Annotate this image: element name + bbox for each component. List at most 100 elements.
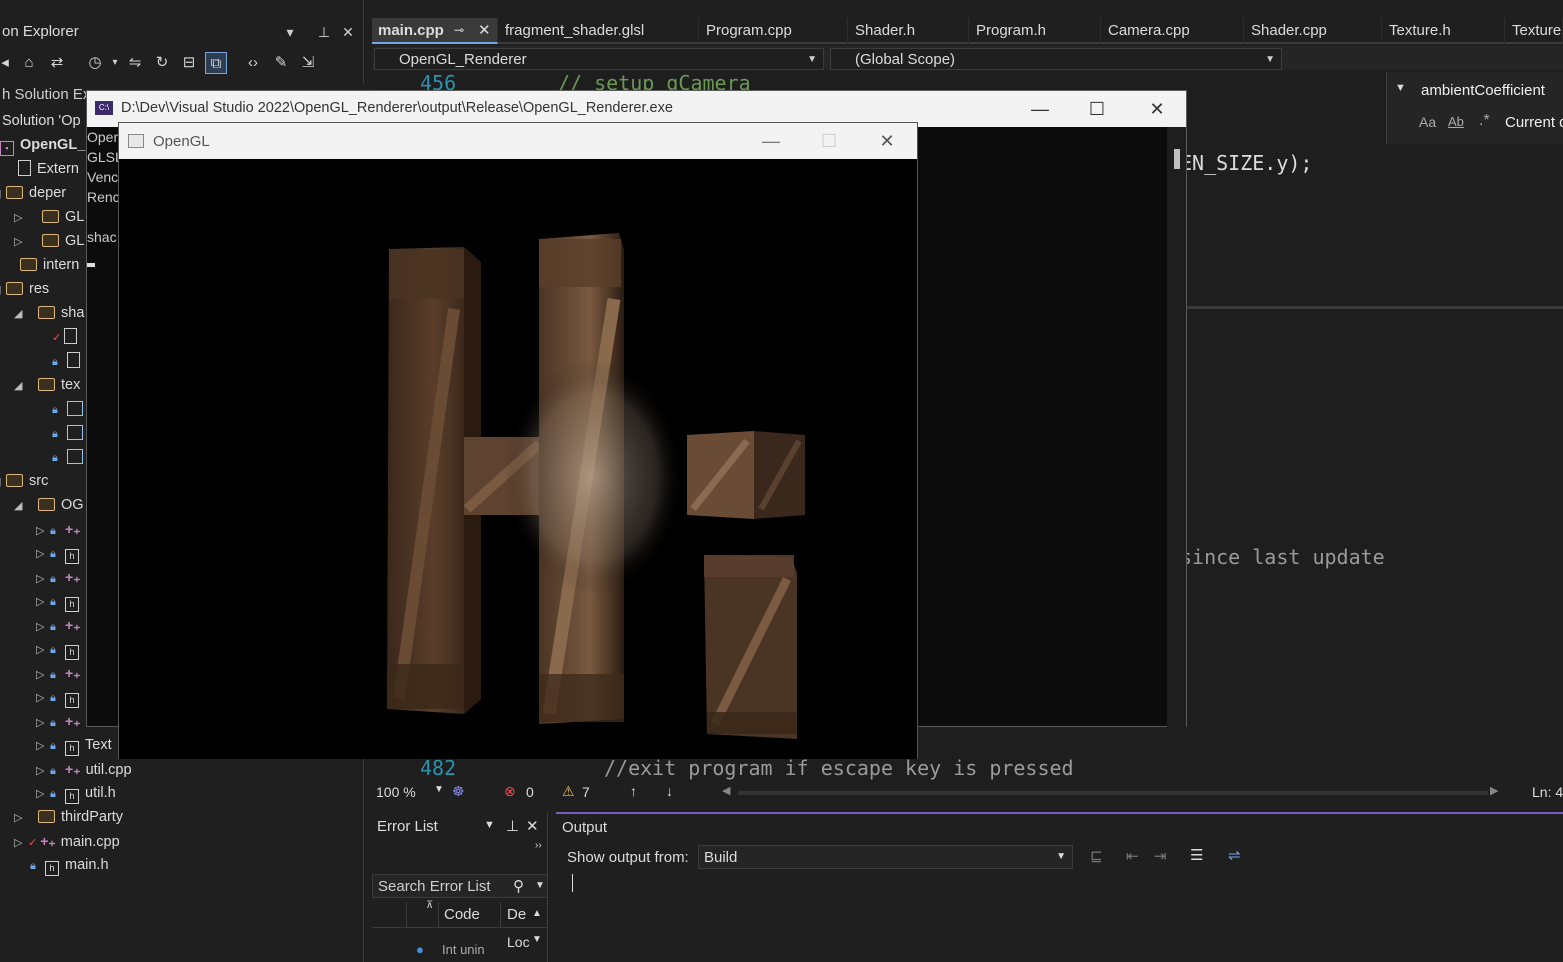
filter-icon[interactable]: ⊼ xyxy=(426,900,433,911)
close-icon[interactable]: ✕ xyxy=(526,817,539,835)
chevron-down-icon[interactable]: ▼ xyxy=(484,819,495,831)
tree-item[interactable]: ◢ sha xyxy=(14,301,84,325)
overflow-icon[interactable]: ›› xyxy=(535,840,542,851)
tree-item[interactable]: ◢ OG xyxy=(14,493,84,517)
error-count[interactable]: 0 xyxy=(526,784,534,800)
match-case-icon[interactable]: Aa xyxy=(1419,114,1436,130)
scope-dropdown[interactable]: (Global Scope) ▼ xyxy=(830,48,1282,70)
tree-item[interactable]: 🔒︎ h main.h xyxy=(30,853,109,877)
column-location[interactable]: Loc xyxy=(507,934,530,950)
tab-program-cpp[interactable]: Program.cpp xyxy=(700,18,848,44)
minimize-icon[interactable]: — xyxy=(1020,95,1060,123)
pin-icon[interactable]: ⊥ xyxy=(314,22,334,42)
chevron-down-icon[interactable]: ▾ xyxy=(104,52,126,74)
horizontal-scrollbar[interactable] xyxy=(738,791,1488,795)
whole-word-icon[interactable]: Ab xyxy=(1448,114,1464,129)
pending-changes-icon[interactable]: ◷ xyxy=(84,52,106,74)
tree-item[interactable]: ▷ 🔒︎ +₊ xyxy=(36,565,86,589)
maximize-icon[interactable]: ☐ xyxy=(1077,95,1117,123)
tab-texture-h[interactable]: Texture.h xyxy=(1383,18,1505,44)
chevron-down-icon[interactable]: ▼ xyxy=(1395,82,1406,94)
find-message-icon[interactable]: ⊑ xyxy=(1090,847,1103,865)
show-all-files-icon[interactable]: ⧉ xyxy=(205,52,227,74)
tree-item[interactable]: 🔒︎ xyxy=(52,445,89,469)
column-code[interactable]: Code xyxy=(444,906,480,923)
tree-item[interactable]: ▷ 🔒︎ +₊ xyxy=(36,709,86,733)
tab-main-cpp[interactable]: main.cpp ⊸ ✕ xyxy=(372,18,498,44)
tree-item[interactable]: 🔒︎ xyxy=(52,349,86,373)
warning-count[interactable]: 7 xyxy=(582,784,590,800)
regex-icon[interactable]: .* xyxy=(1479,112,1490,130)
chevron-down-icon[interactable]: ▼ xyxy=(434,784,444,795)
find-input[interactable]: ambientCoefficient xyxy=(1421,82,1545,99)
tab-camera-cpp[interactable]: Camera.cpp xyxy=(1102,18,1244,44)
tree-item[interactable]: ▷ 🔒︎ +₊ xyxy=(36,517,86,541)
collapse-all-icon[interactable]: ⊟ xyxy=(178,52,200,74)
preview-icon[interactable]: ⇲ xyxy=(297,52,319,74)
close-icon[interactable]: ✕ xyxy=(338,22,358,42)
back-icon[interactable]: ◂ xyxy=(0,52,16,74)
tab-program-h[interactable]: Program.h xyxy=(970,18,1101,44)
tree-item[interactable]: Extern xyxy=(4,157,79,181)
tree-item[interactable]: 🔒︎ xyxy=(52,421,89,445)
scroll-up-icon[interactable]: ▲ xyxy=(532,908,542,919)
zoom-level[interactable]: 100 % xyxy=(376,784,416,800)
scroll-right-icon[interactable]: ▶ xyxy=(1490,784,1498,797)
arrow-up-icon[interactable]: ↑ xyxy=(630,783,637,799)
tab-shader-h[interactable]: Shader.h xyxy=(849,18,969,44)
project-dropdown[interactable]: OpenGL_Renderer ▼ xyxy=(374,48,824,70)
switch-view-icon[interactable]: ⇄ xyxy=(46,52,68,74)
close-icon[interactable]: ✕ xyxy=(867,127,907,155)
word-wrap-icon[interactable]: ⇌ xyxy=(1228,846,1241,864)
scroll-down-icon[interactable]: ▼ xyxy=(532,934,542,945)
tree-item[interactable]: ▷ ✓ +₊ main.cpp xyxy=(14,829,120,853)
error-row[interactable]: Int unin xyxy=(442,942,485,957)
tree-item[interactable]: ▷ 🔒︎ h xyxy=(36,541,85,565)
tree-item[interactable]: ▷ 🔒︎ h xyxy=(36,589,85,613)
opengl-title-bar[interactable]: OpenGL — ☐ ✕ xyxy=(119,123,917,159)
home-icon[interactable]: ⌂ xyxy=(18,52,40,74)
tree-item[interactable]: ▷ 🔒︎ h util.h xyxy=(36,781,116,805)
tree-item[interactable]: ▷ 🔒︎ +₊ xyxy=(36,661,86,685)
tree-item[interactable]: ▷ 🔒︎ +₊ util.cpp xyxy=(36,757,132,781)
output-source-select[interactable]: Build ▼ xyxy=(698,845,1073,869)
tree-item[interactable]: ◢res xyxy=(0,277,49,301)
properties-wrench-icon[interactable]: ✎ xyxy=(270,52,292,74)
pin-icon[interactable]: ⊸ xyxy=(454,18,464,43)
arrow-down-icon[interactable]: ↓ xyxy=(666,783,673,799)
code-view-icon[interactable]: ‹› xyxy=(242,52,264,74)
solution-node[interactable]: Solution 'Op xyxy=(2,109,81,133)
minimize-icon[interactable]: — xyxy=(751,127,791,155)
tree-item[interactable]: ▷ GL xyxy=(14,205,84,229)
tab-fragment-shader[interactable]: fragment_shader.glsl xyxy=(499,18,699,44)
close-icon[interactable]: ✕ xyxy=(478,18,491,43)
pin-icon[interactable]: ⊥ xyxy=(506,817,519,835)
project-node[interactable]: ▪ OpenGL_ xyxy=(0,133,85,157)
error-search-input[interactable]: Search Error List ⚲ ▼ xyxy=(372,874,548,898)
scroll-left-icon[interactable]: ◀ xyxy=(722,784,730,797)
next-message-icon[interactable]: ⇥ xyxy=(1154,847,1167,865)
tab-texture-cpp[interactable]: Texture. xyxy=(1506,18,1563,44)
clear-all-icon[interactable]: ☰ xyxy=(1190,846,1203,864)
tab-shader-cpp[interactable]: Shader.cpp xyxy=(1245,18,1382,44)
tree-item[interactable]: ▷ GL xyxy=(14,229,84,253)
tree-item[interactable]: ▷ 🔒︎ h xyxy=(36,685,85,709)
previous-message-icon[interactable]: ⇤ xyxy=(1126,847,1139,865)
tree-item[interactable]: ▷ 🔒︎ h xyxy=(36,637,85,661)
tree-item[interactable]: ▷ thirdParty xyxy=(14,805,123,829)
refresh-icon[interactable]: ↻ xyxy=(151,52,173,74)
find-scope[interactable]: Current d xyxy=(1505,114,1563,131)
tree-item[interactable]: intern xyxy=(6,253,79,277)
search-icon[interactable]: ⚲ xyxy=(513,877,524,895)
console-scrollbar[interactable] xyxy=(1167,127,1186,727)
tree-item[interactable]: ◢src xyxy=(0,469,48,493)
sync-icon[interactable]: ⇋ xyxy=(124,52,146,74)
chevron-down-icon[interactable]: ▼ xyxy=(535,880,545,891)
console-scroll-thumb[interactable] xyxy=(1174,149,1180,169)
close-icon[interactable]: ✕ xyxy=(1137,95,1177,123)
copilot-icon[interactable]: ☸ xyxy=(452,783,465,800)
tree-item[interactable]: 🔒︎ xyxy=(52,397,89,421)
tree-item[interactable]: ◢ tex xyxy=(14,373,80,397)
tree-item[interactable]: ▷ 🔒︎ +₊ xyxy=(36,613,86,637)
tree-item[interactable]: ▷ 🔒︎ h Text xyxy=(36,733,112,757)
